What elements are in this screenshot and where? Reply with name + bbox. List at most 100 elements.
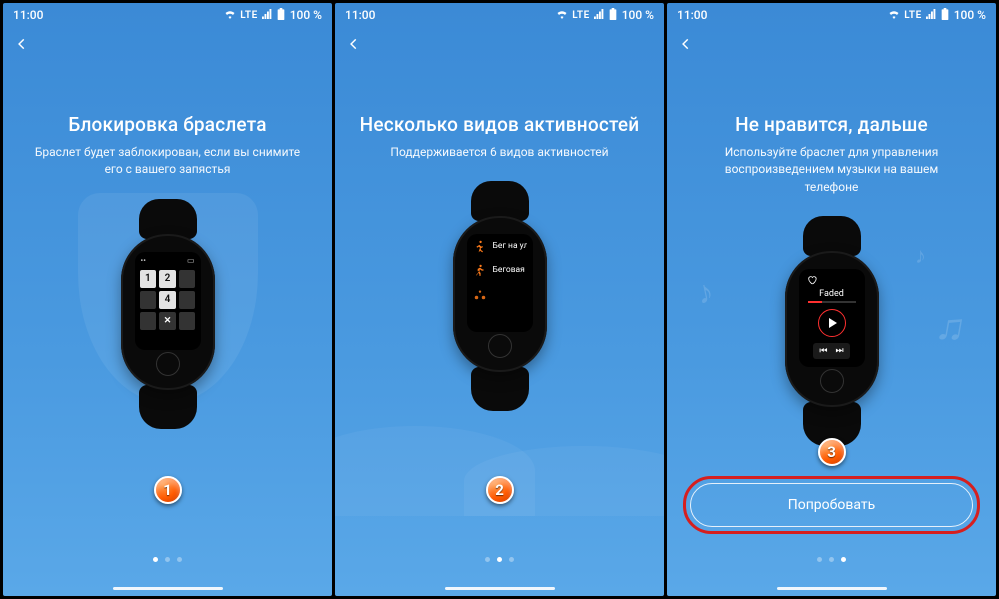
strap-top [471, 181, 529, 221]
signal-icon [262, 8, 272, 22]
hero: Несколько видов активностей Поддерживает… [335, 63, 664, 596]
key-4: 4 [159, 291, 176, 309]
back-button[interactable] [679, 34, 693, 56]
prev-icon: ⏮ [819, 346, 827, 356]
network-label: LTE [240, 10, 258, 21]
wifi-icon [224, 8, 236, 22]
play-button [818, 309, 846, 337]
battery-icon [608, 8, 618, 23]
play-icon [829, 318, 837, 328]
strap-top [139, 199, 197, 239]
key-blank-d [179, 312, 196, 330]
dot-1[interactable] [153, 557, 158, 562]
back-button[interactable] [15, 34, 29, 56]
step-marker-2: 2 [486, 476, 514, 504]
status-time: 11:00 [677, 8, 707, 22]
music-note-icon: ♪ [693, 272, 717, 312]
dot-2[interactable] [829, 557, 834, 562]
battery-pct: 100 % [954, 8, 986, 22]
key-1: 1 [140, 270, 157, 288]
strap-bottom [139, 385, 197, 429]
network-label: LTE [572, 10, 590, 21]
lock-dots: •• [141, 256, 146, 265]
onboarding-screen-2: 11:00 LTE 100 % Несколько видов активнос… [335, 3, 664, 596]
track-title: Faded [819, 289, 844, 299]
band-capsule: Бег на ули Беговая дс [453, 216, 547, 372]
gesture-bar[interactable] [445, 587, 555, 590]
band-display: •• ▭ 1 2 4 ✕ [135, 252, 201, 350]
battery-icon [940, 8, 950, 23]
page-subtitle: Браслет будет заблокирован, если вы сним… [23, 144, 312, 179]
activity-label: Бег на ули [493, 241, 527, 251]
hero: Блокировка браслета Браслет будет заблок… [3, 63, 332, 596]
signal-icon [594, 8, 604, 22]
key-2: 2 [159, 270, 176, 288]
mi-band: •• ▭ 1 2 4 ✕ [121, 199, 215, 429]
strap-bottom [471, 367, 529, 411]
track-progress [808, 301, 856, 303]
dot-2[interactable] [497, 557, 502, 562]
band-illustration: Бег на ули Беговая дс [445, 181, 555, 421]
back-button[interactable] [347, 34, 361, 56]
battery-pct: 100 % [290, 8, 322, 22]
heart-icon [807, 275, 817, 285]
key-blank-c [140, 312, 157, 330]
band-home-button [820, 369, 844, 393]
step-marker-1: 1 [154, 476, 182, 504]
dot-1[interactable] [817, 557, 822, 562]
dot-3[interactable] [177, 557, 182, 562]
key-delete: ✕ [159, 312, 176, 330]
page-subtitle: Поддерживается 6 видов активностей [380, 144, 618, 161]
strap-top [803, 216, 861, 256]
page-dots [667, 557, 996, 562]
status-right: LTE 100 % [888, 8, 986, 23]
wifi-icon [556, 8, 568, 22]
battery-icon [276, 8, 286, 23]
band-display: Бег на ули Беговая дс [467, 234, 533, 332]
status-bar: 11:00 LTE 100 % [667, 3, 996, 27]
mi-band: Бег на ули Беговая дс [453, 181, 547, 411]
dot-3[interactable] [509, 557, 514, 562]
band-capsule: •• ▭ 1 2 4 ✕ [121, 234, 215, 390]
try-button[interactable]: Попробовать [690, 483, 973, 527]
run-outdoor-icon [473, 239, 487, 253]
treadmill-icon [473, 263, 487, 277]
cycling-icon [473, 287, 487, 301]
key-blank-a [140, 291, 157, 309]
page-dots [3, 557, 332, 562]
band-home-button [156, 352, 180, 376]
cta-highlight: Попробовать [683, 476, 980, 534]
lock-time: ▭ [187, 256, 195, 265]
nav-bar [335, 27, 664, 63]
mi-band: Faded ⏮ ⏭ [785, 216, 879, 446]
transport-row: ⏮ ⏭ [813, 343, 849, 359]
page-dots [335, 557, 664, 562]
page-subtitle: Используйте браслет для управления воспр… [687, 144, 976, 196]
status-right: LTE 100 % [556, 8, 654, 23]
page-title: Несколько видов активностей [360, 113, 640, 136]
step-marker-3: 3 [818, 438, 846, 466]
music-note-icon: ♪ [915, 243, 926, 269]
band-illustration: •• ▭ 1 2 4 ✕ [113, 199, 223, 439]
band-capsule: Faded ⏮ ⏭ [785, 251, 879, 407]
nav-bar [667, 27, 996, 63]
status-time: 11:00 [13, 8, 43, 22]
status-right: LTE 100 % [224, 8, 322, 23]
status-bar: 11:00 LTE 100 % [3, 3, 332, 27]
dot-1[interactable] [485, 557, 490, 562]
band-home-button [488, 334, 512, 358]
key-blank-b [179, 291, 196, 309]
status-bar: 11:00 LTE 100 % [335, 3, 664, 27]
band-illustration: Faded ⏮ ⏭ [777, 216, 887, 456]
dot-3[interactable] [841, 557, 846, 562]
page-title: Не нравится, дальше [735, 113, 928, 136]
onboarding-screen-1: 11:00 LTE 100 % Блокировка браслета Брас… [3, 3, 332, 596]
lock-keypad: 1 2 4 ✕ [135, 267, 201, 333]
gesture-bar[interactable] [777, 587, 887, 590]
gesture-bar[interactable] [113, 587, 223, 590]
activity-item-3 [467, 282, 533, 306]
dot-2[interactable] [165, 557, 170, 562]
activity-item-1: Бег на ули [467, 234, 533, 258]
battery-pct: 100 % [622, 8, 654, 22]
wifi-icon [888, 8, 900, 22]
